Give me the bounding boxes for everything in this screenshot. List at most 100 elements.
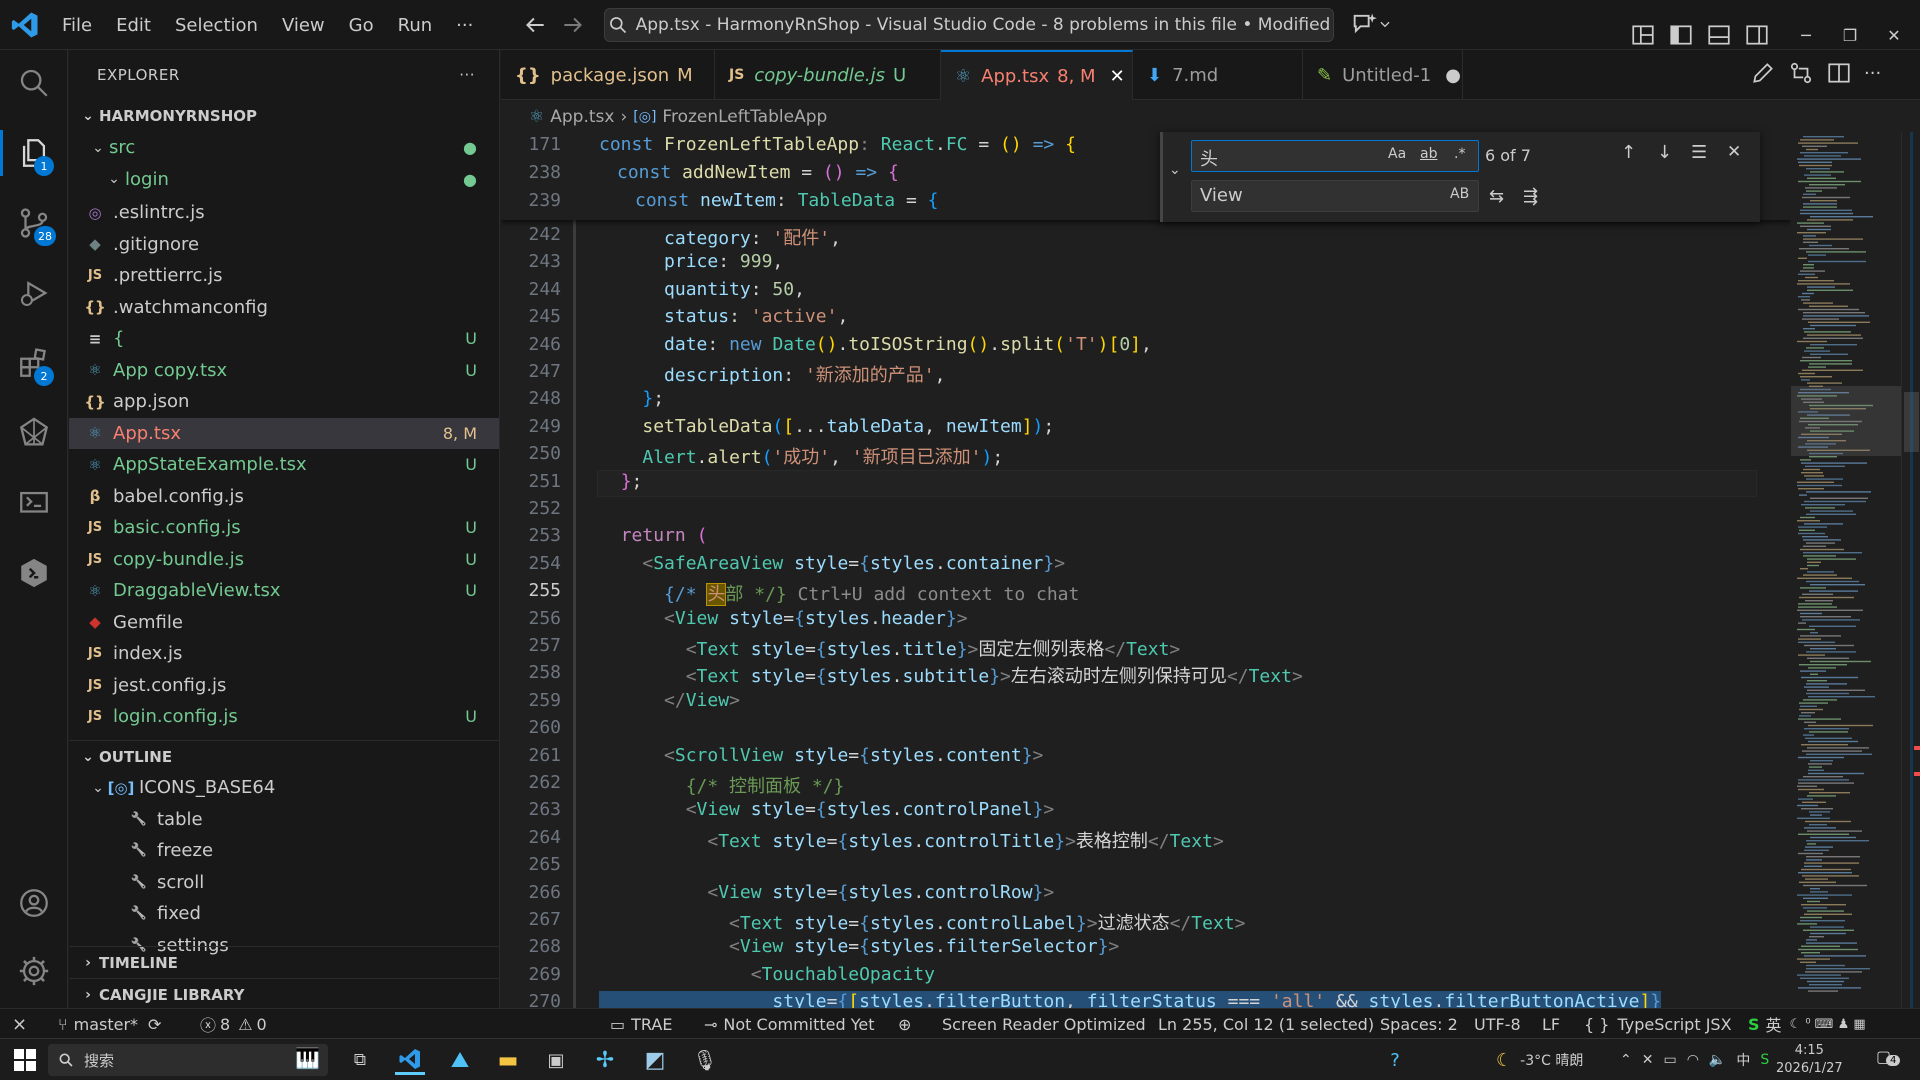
cursor-position[interactable]: Ln 255, Col 12 (1 selected) bbox=[1158, 1009, 1374, 1039]
code-line[interactable]: status: 'active', bbox=[599, 306, 848, 327]
outline-item[interactable]: 🔧 fixed bbox=[69, 898, 499, 930]
source-control-activity[interactable]: 28 bbox=[0, 192, 68, 254]
code-editor[interactable]: 171 const FrozenLeftTableApp: React.FC =… bbox=[501, 132, 1791, 1008]
code-line[interactable]: <SafeAreaView style={styles.container}> bbox=[599, 553, 1065, 574]
find-in-selection-icon[interactable]: ☰ bbox=[1691, 142, 1707, 163]
split-editor-icon[interactable] bbox=[1826, 60, 1852, 86]
tab-7-md[interactable]: ⬇ 7.md bbox=[1133, 50, 1303, 100]
tab-untitled-1[interactable]: ✎ Untitled-1 ● bbox=[1303, 50, 1463, 100]
code-line[interactable]: <View style={styles.controlPanel}> bbox=[599, 799, 1055, 820]
toggle-panel-icon[interactable] bbox=[1706, 22, 1732, 48]
outline-section-header[interactable]: ⌄ OUTLINE bbox=[69, 740, 499, 772]
devtools-activity[interactable] bbox=[0, 542, 68, 604]
code-line[interactable]: description: '新添加的产品', bbox=[599, 361, 945, 387]
menu-edit[interactable]: Edit bbox=[104, 0, 163, 50]
menu-go[interactable]: Go bbox=[337, 0, 386, 50]
toggle-replace-chevron-icon[interactable]: ⌄ bbox=[1169, 162, 1181, 178]
compare-changes-icon[interactable] bbox=[1788, 60, 1814, 86]
problems-indicator[interactable]: ⓧ 8 ⚠ 0 bbox=[200, 1009, 267, 1039]
code-line[interactable]: category: '配件', bbox=[599, 224, 841, 250]
extensions-activity[interactable]: 2 bbox=[0, 332, 68, 394]
code-line[interactable]: </View> bbox=[599, 690, 740, 711]
forward-arrow-icon[interactable] bbox=[560, 12, 586, 38]
find-input[interactable]: 头 Aa ab .* bbox=[1191, 140, 1479, 172]
clock[interactable]: 4:15 2026/1/27 bbox=[1776, 1042, 1843, 1078]
next-match-arrow-icon[interactable]: ↓ bbox=[1657, 142, 1672, 163]
code-line[interactable]: quantity: 50, bbox=[599, 279, 805, 300]
app-pinwheel-icon[interactable]: ✢ bbox=[590, 1045, 620, 1075]
trae-status[interactable]: ▭ TRAE bbox=[610, 1009, 672, 1039]
remote-explorer-activity[interactable] bbox=[0, 472, 68, 534]
accounts-activity[interactable] bbox=[0, 872, 68, 934]
vscode-taskbar-icon[interactable] bbox=[395, 1045, 425, 1075]
code-line[interactable]: <View style={styles.header}> bbox=[599, 608, 968, 629]
end-of-line[interactable]: LF bbox=[1542, 1009, 1560, 1039]
language-mode[interactable]: { } TypeScript JSX bbox=[1584, 1009, 1732, 1039]
file-item[interactable]: JS basic.config.js U bbox=[69, 512, 499, 544]
minimap[interactable] bbox=[1791, 132, 1901, 1008]
tab-package-json[interactable]: {} package.json M bbox=[501, 50, 715, 100]
cangjie-library-section-header[interactable]: › CANGJIE LIBRARY bbox=[69, 978, 499, 1008]
close-icon[interactable]: ✕ bbox=[1727, 142, 1741, 162]
file-item[interactable]: JS copy-bundle.js U bbox=[69, 544, 499, 576]
microphone-icon[interactable]: 🎙 bbox=[690, 1045, 720, 1075]
code-line[interactable]: <Text style={styles.subtitle}>左右滚动时左侧列保持… bbox=[599, 662, 1303, 688]
code-line[interactable]: <Text style={styles.controlLabel}>过滤状态</… bbox=[599, 909, 1245, 935]
regex-toggle[interactable]: .* bbox=[1454, 146, 1465, 162]
file-item[interactable]: {} app.json bbox=[69, 386, 499, 418]
file-item[interactable]: ⚛ AppStateExample.tsx U bbox=[69, 449, 499, 481]
code-line[interactable]: {/* 控制面板 */} bbox=[599, 772, 845, 798]
replace-all-icon[interactable]: ⇶ bbox=[1523, 186, 1538, 207]
menu-more[interactable]: ··· bbox=[444, 0, 485, 50]
sticky-line[interactable]: const FrozenLeftTableApp: React.FC = () … bbox=[599, 134, 1076, 155]
folder-login[interactable]: ⌄ login ● bbox=[69, 164, 499, 196]
weather-widget[interactable]: ☾ -3°C 晴朗 bbox=[1496, 1045, 1583, 1075]
taskbar-search[interactable]: 搜索 🎹 bbox=[48, 1044, 328, 1076]
screen-reader-mode[interactable]: Screen Reader Optimized bbox=[942, 1009, 1146, 1039]
indentation[interactable]: Spaces: 2 bbox=[1380, 1009, 1458, 1039]
code-line[interactable]: date: new Date().toISOString().split('T'… bbox=[599, 334, 1152, 355]
minimap-viewport[interactable] bbox=[1791, 386, 1901, 456]
replace-one-icon[interactable]: ⇆ bbox=[1489, 186, 1504, 207]
file-item[interactable]: β babel.config.js bbox=[69, 481, 499, 513]
system-tray[interactable]: ⌃ ✕ ▭ ◠ 🔈 中 S bbox=[1620, 1045, 1769, 1075]
deveco-taskbar-icon[interactable]: ⛰ bbox=[445, 1045, 475, 1075]
zoom-indicator[interactable]: ⊕ bbox=[898, 1009, 911, 1039]
search-activity[interactable] bbox=[0, 52, 68, 114]
project-section-header[interactable]: ⌄ HARMONYRNSHOP bbox=[69, 100, 499, 132]
file-item[interactable]: JS index.js bbox=[69, 638, 499, 670]
file-item[interactable]: ⚛ App.tsx 8, M bbox=[69, 417, 499, 449]
code-line[interactable]: {/* 头部 */} Ctrl+U add context to chat bbox=[599, 580, 1079, 607]
remote-indicator[interactable]: ⨯ bbox=[12, 1009, 27, 1039]
close-icon[interactable]: ✕ bbox=[1110, 66, 1125, 87]
tab-app-tsx[interactable]: ⚛ App.tsx 8, M ✕ bbox=[941, 50, 1133, 100]
menu-view[interactable]: View bbox=[270, 0, 337, 50]
file-explorer-icon[interactable]: ▬ bbox=[493, 1045, 523, 1075]
ime-toolbar[interactable]: S 英 ☾ ⁰ ⌨ ♟ ▦ bbox=[1748, 1009, 1866, 1039]
explorer-activity[interactable]: 1 bbox=[0, 122, 68, 184]
match-case-toggle[interactable]: Aa bbox=[1388, 146, 1406, 162]
file-item[interactable]: JS .prettierrc.js bbox=[69, 260, 499, 292]
back-arrow-icon[interactable] bbox=[522, 12, 548, 38]
git-branch[interactable]: ⑂ master* ⟳ bbox=[58, 1009, 161, 1039]
git-blame-status[interactable]: ⊸ Not Committed Yet bbox=[704, 1009, 875, 1039]
breadcrumb-symbol[interactable]: FrozenLeftTableApp bbox=[662, 107, 827, 127]
cangjie-activity[interactable] bbox=[0, 402, 68, 464]
sticky-line[interactable]: const newItem: TableData = { bbox=[635, 190, 938, 211]
command-center[interactable]: App.tsx - HarmonyRnShop - Visual Studio … bbox=[604, 8, 1334, 42]
terminal-icon[interactable]: ▣ bbox=[541, 1045, 571, 1075]
outline-item-icons-base64[interactable]: ⌄ [◎] ICONS_BASE64 bbox=[69, 772, 499, 804]
breadcrumb-file[interactable]: App.tsx bbox=[550, 107, 614, 127]
folder-src[interactable]: ⌄ src ● bbox=[69, 132, 499, 164]
preserve-case-toggle[interactable]: AB bbox=[1450, 186, 1469, 202]
code-line[interactable]: <View style={styles.controlRow}> bbox=[599, 882, 1054, 903]
help-icon[interactable]: ? bbox=[1380, 1045, 1410, 1075]
code-line[interactable]: setTableData([...tableData, newItem]); bbox=[599, 416, 1054, 437]
copilot-chat-button[interactable] bbox=[1350, 10, 1392, 38]
outline-item[interactable]: 🔧 freeze bbox=[69, 835, 499, 867]
timeline-section-header[interactable]: › TIMELINE bbox=[69, 946, 499, 978]
tab-copy-bundle-js[interactable]: JS copy-bundle.js U bbox=[715, 50, 941, 100]
manage-activity[interactable] bbox=[0, 940, 68, 1002]
replace-input[interactable]: View AB bbox=[1191, 180, 1479, 212]
code-line[interactable]: return ( bbox=[599, 525, 708, 546]
